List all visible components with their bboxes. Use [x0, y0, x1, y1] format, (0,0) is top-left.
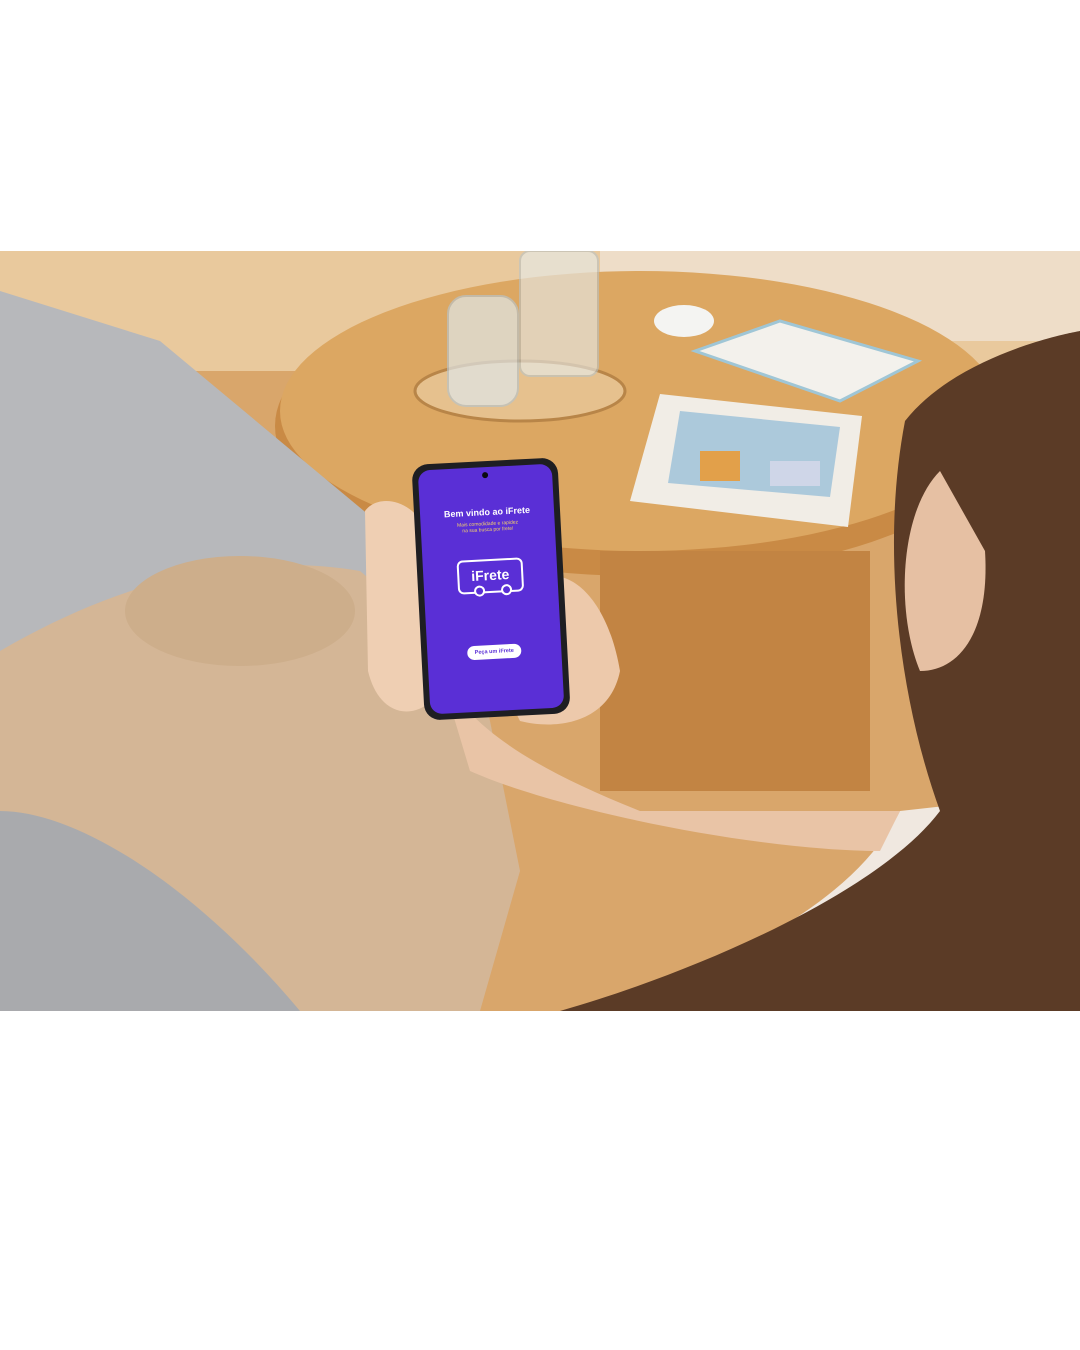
app-screen: Bem vindo ao iFrete Mais comodidade e ra… — [418, 464, 565, 715]
earbuds-case — [654, 305, 714, 337]
ifrete-logo: iFrete — [456, 557, 525, 597]
request-freight-button[interactable]: Peça um iFrete — [466, 643, 522, 661]
logo-text: iFrete — [470, 566, 510, 585]
table-pedestal — [600, 551, 870, 791]
truck-wheel-icon — [500, 583, 513, 596]
photo-scene: Bem vindo ao iFrete Mais comodidade e ra… — [0, 251, 1080, 1011]
truck-wheel-icon — [473, 585, 486, 597]
glass — [447, 295, 519, 407]
carafe — [519, 251, 599, 377]
